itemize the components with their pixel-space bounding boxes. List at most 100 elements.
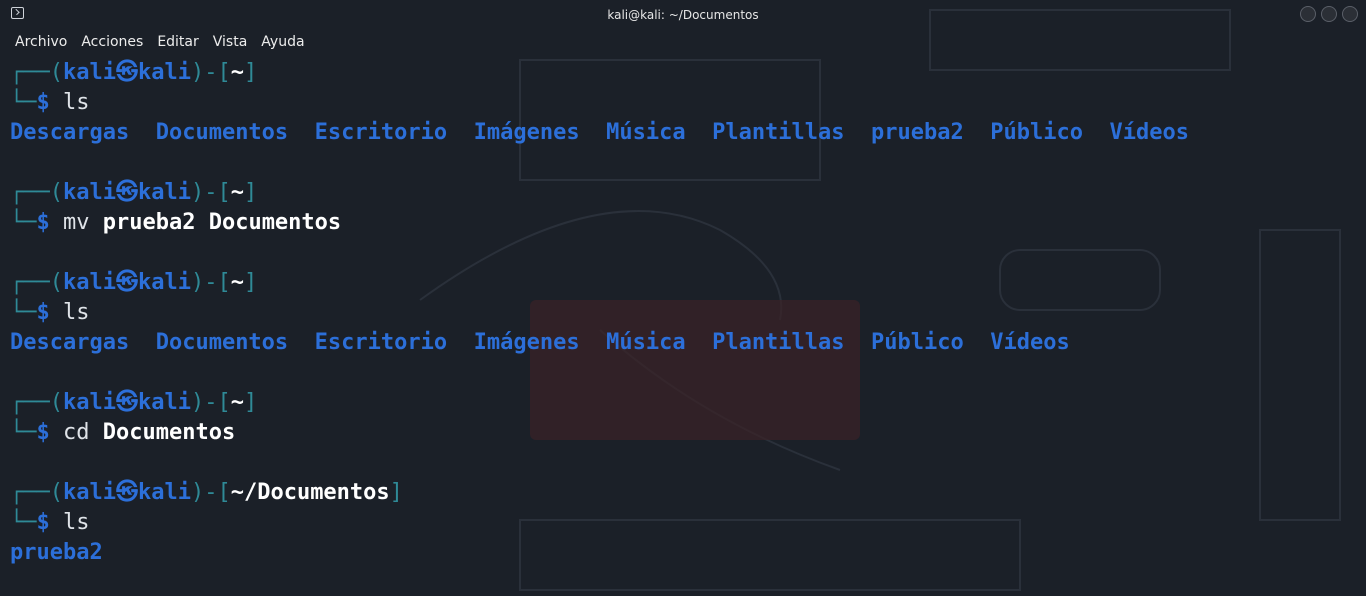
- prompt-bracket-close: ]: [243, 270, 258, 295]
- prompt-bracket-close: ]: [389, 480, 403, 505]
- terminal-output[interactable]: ┌──(kali㉿kali)-[~] └─$ ls Descargas Docume…: [10, 58, 1366, 568]
- prompt-corner-bottom: └─: [10, 420, 37, 445]
- prompt-at-symbol: ㉿: [115, 180, 138, 205]
- prompt-host: kali: [137, 390, 191, 415]
- menu-vista[interactable]: Vista: [206, 34, 255, 50]
- command-line: └─$ ls: [10, 88, 1366, 118]
- close-button[interactable]: [1342, 6, 1358, 22]
- prompt-host: kali: [137, 270, 191, 295]
- prompt-bracket-open: )-[: [190, 180, 231, 205]
- command-name: ls: [63, 300, 90, 325]
- window-controls: [1300, 6, 1358, 22]
- prompt-bracket-open: )-[: [190, 270, 231, 295]
- prompt-cwd: ~: [230, 180, 244, 205]
- directory-entry[interactable]: Documentos: [156, 330, 288, 355]
- directory-entry[interactable]: Documentos: [156, 120, 288, 145]
- prompt-line: ┌──(kali㉿kali)-[~]: [10, 58, 1366, 88]
- ls-output: Descargas Documentos Escritorio Imágenes…: [10, 118, 1366, 148]
- prompt-cwd: ~: [230, 270, 244, 295]
- prompt-bracket-open: )-[: [190, 390, 231, 415]
- directory-entry[interactable]: Público: [990, 120, 1083, 145]
- prompt-bracket-close: ]: [243, 390, 258, 415]
- prompt-host: kali: [137, 180, 191, 205]
- directory-entry[interactable]: prueba2: [10, 540, 103, 565]
- directory-entry[interactable]: Descargas: [10, 120, 129, 145]
- directory-entry[interactable]: Plantillas: [712, 330, 844, 355]
- command-line: └─$ cd Documentos: [10, 418, 1366, 448]
- menu-archivo[interactable]: Archivo: [8, 34, 74, 50]
- prompt-dollar: $: [36, 420, 50, 445]
- prompt-user: kali: [62, 180, 116, 205]
- prompt-bracket-close: ]: [243, 60, 258, 85]
- prompt-dollar: $: [36, 90, 50, 115]
- prompt-line: ┌──(kali㉿kali)-[~]: [10, 268, 1366, 298]
- prompt-corner-top: ┌──(: [10, 270, 63, 295]
- command-name: ls: [63, 510, 90, 535]
- prompt-line: ┌──(kali㉿kali)-[~/Documentos]: [10, 478, 1366, 508]
- menu-editar[interactable]: Editar: [150, 34, 205, 50]
- command-line: └─$ ls: [10, 508, 1366, 538]
- prompt-at-symbol: ㉿: [115, 480, 138, 505]
- prompt-corner-top: ┌──(: [10, 480, 63, 505]
- directory-entry[interactable]: prueba2: [871, 120, 964, 145]
- prompt-corner-bottom: └─: [10, 300, 37, 325]
- prompt-line: ┌──(kali㉿kali)-[~]: [10, 178, 1366, 208]
- prompt-user: kali: [62, 270, 116, 295]
- directory-entry[interactable]: Vídeos: [1109, 120, 1188, 145]
- prompt-corner-bottom: └─: [10, 90, 37, 115]
- menu-ayuda[interactable]: Ayuda: [254, 34, 311, 50]
- directory-entry[interactable]: Escritorio: [315, 330, 447, 355]
- prompt-bracket-open: )-[: [190, 480, 231, 505]
- prompt-at-symbol: ㉿: [115, 270, 138, 295]
- prompt-at-symbol: ㉿: [115, 60, 138, 85]
- directory-entry[interactable]: Plantillas: [712, 120, 844, 145]
- prompt-cwd: ~: [230, 390, 244, 415]
- prompt-cwd: ~: [230, 60, 244, 85]
- directory-entry[interactable]: Descargas: [10, 330, 129, 355]
- prompt-dollar: $: [36, 510, 50, 535]
- prompt-dollar: $: [36, 300, 50, 325]
- prompt-corner-bottom: └─: [10, 210, 37, 235]
- terminal-icon: [11, 7, 24, 19]
- command-name: cd: [63, 420, 90, 445]
- prompt-user: kali: [62, 390, 116, 415]
- minimize-button[interactable]: [1300, 6, 1316, 22]
- prompt-corner-top: ┌──(: [10, 390, 63, 415]
- prompt-corner-bottom: └─: [10, 510, 37, 535]
- prompt-at-symbol: ㉿: [115, 390, 138, 415]
- command-args: prueba2 Documentos: [102, 210, 342, 235]
- prompt-corner-top: ┌──(: [10, 180, 63, 205]
- command-args: Documentos: [102, 420, 236, 445]
- prompt-bracket-close: ]: [243, 180, 258, 205]
- directory-entry[interactable]: Música: [606, 330, 685, 355]
- directory-entry[interactable]: Imágenes: [474, 120, 580, 145]
- prompt-dollar: $: [36, 210, 50, 235]
- title-bar: kali@kali: ~/Documentos: [0, 0, 1366, 29]
- directory-entry[interactable]: Público: [871, 330, 964, 355]
- prompt-line: ┌──(kali㉿kali)-[~]: [10, 388, 1366, 418]
- ls-output: Descargas Documentos Escritorio Imágenes…: [10, 328, 1366, 358]
- prompt-bracket-open: )-[: [190, 60, 231, 85]
- prompt-cwd: ~/Documentos: [230, 480, 390, 505]
- command-line: └─$ mv prueba2 Documentos: [10, 208, 1366, 238]
- directory-entry[interactable]: Música: [606, 120, 685, 145]
- directory-entry[interactable]: Vídeos: [990, 330, 1069, 355]
- maximize-button[interactable]: [1321, 6, 1337, 22]
- prompt-user: kali: [62, 60, 116, 85]
- command-name: mv: [63, 210, 90, 235]
- menu-acciones[interactable]: Acciones: [74, 34, 150, 50]
- menu-bar: Archivo Acciones Editar Vista Ayuda: [8, 30, 312, 54]
- prompt-host: kali: [137, 480, 191, 505]
- prompt-user: kali: [62, 480, 116, 505]
- window-title: kali@kali: ~/Documentos: [607, 7, 759, 22]
- directory-entry[interactable]: Escritorio: [315, 120, 447, 145]
- prompt-host: kali: [137, 60, 191, 85]
- command-line: └─$ ls: [10, 298, 1366, 328]
- ls-output: prueba2: [10, 538, 1366, 568]
- directory-entry[interactable]: Imágenes: [474, 330, 580, 355]
- prompt-corner-top: ┌──(: [10, 60, 63, 85]
